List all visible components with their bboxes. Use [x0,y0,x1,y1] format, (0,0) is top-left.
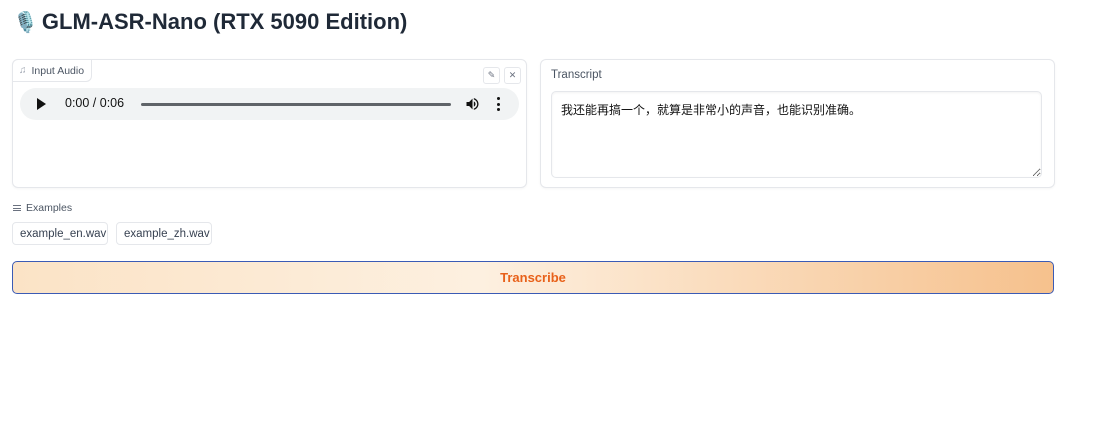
transcribe-button[interactable]: Transcribe [12,261,1054,294]
input-audio-label: ♫ Input Audio [12,59,93,82]
audio-player: 0:00 / 0:06 [20,88,519,120]
microphone-icon: 🎙️ [13,10,38,34]
transcript-panel: Transcript 我还能再搞一个，就算是非常小的声音，也能识别准确。 [540,59,1055,188]
pencil-icon: ✎ [487,70,496,80]
page-title-text: GLM-ASR-Nano (RTX 5090 Edition) [41,9,408,34]
input-audio-panel: ♫ Input Audio ✎ ✕ 0:00 / 0:06 [12,59,527,188]
transcript-label: Transcript [551,69,602,81]
play-icon[interactable] [37,98,46,110]
input-audio-label-text: Input Audio [31,64,85,77]
audio-time: 0:00 / 0:06 [65,96,125,110]
transcript-textarea[interactable]: 我还能再搞一个，就算是非常小的声音，也能识别准确。 [551,91,1042,178]
list-icon [13,205,21,211]
volume-icon[interactable] [464,96,481,112]
example-en-button[interactable]: example_en.wav [12,222,108,245]
close-icon: ✕ [508,70,517,80]
examples-label: Examples [26,202,73,214]
examples-header: Examples [13,202,72,214]
edit-audio-button[interactable]: ✎ [483,67,500,84]
example-zh-button[interactable]: example_zh.wav [116,222,212,245]
more-options-icon[interactable] [496,97,500,111]
audio-progress-bar[interactable] [141,103,451,106]
music-note-icon: ♫ [19,65,27,76]
page-title: 🎙️ GLM-ASR-Nano (RTX 5090 Edition) [13,9,407,35]
clear-audio-button[interactable]: ✕ [504,67,521,84]
